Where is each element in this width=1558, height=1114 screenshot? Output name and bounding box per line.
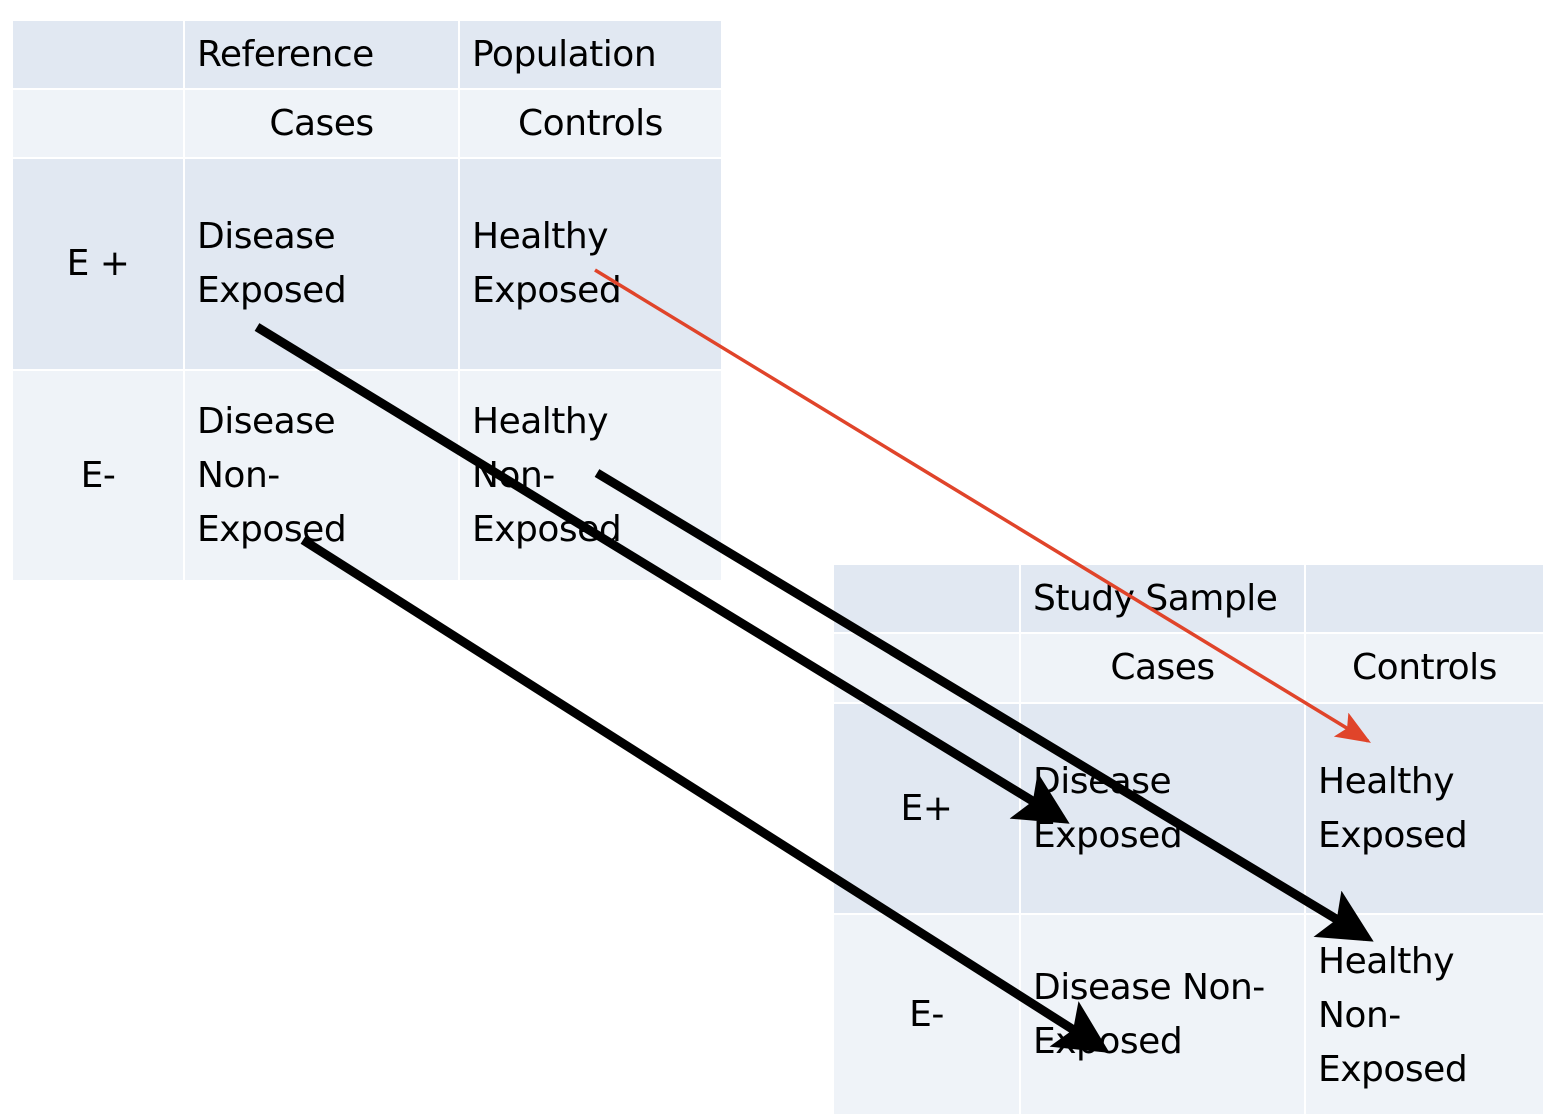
arrow-healthy-non-exposed (594, 469, 1374, 942)
arrow-disease-non-exposed (300, 536, 1110, 1053)
arrow-healthy-exposed-red (594, 268, 1371, 743)
arrow-disease-exposed (254, 323, 1070, 824)
sampling-arrows (254, 268, 1374, 1053)
